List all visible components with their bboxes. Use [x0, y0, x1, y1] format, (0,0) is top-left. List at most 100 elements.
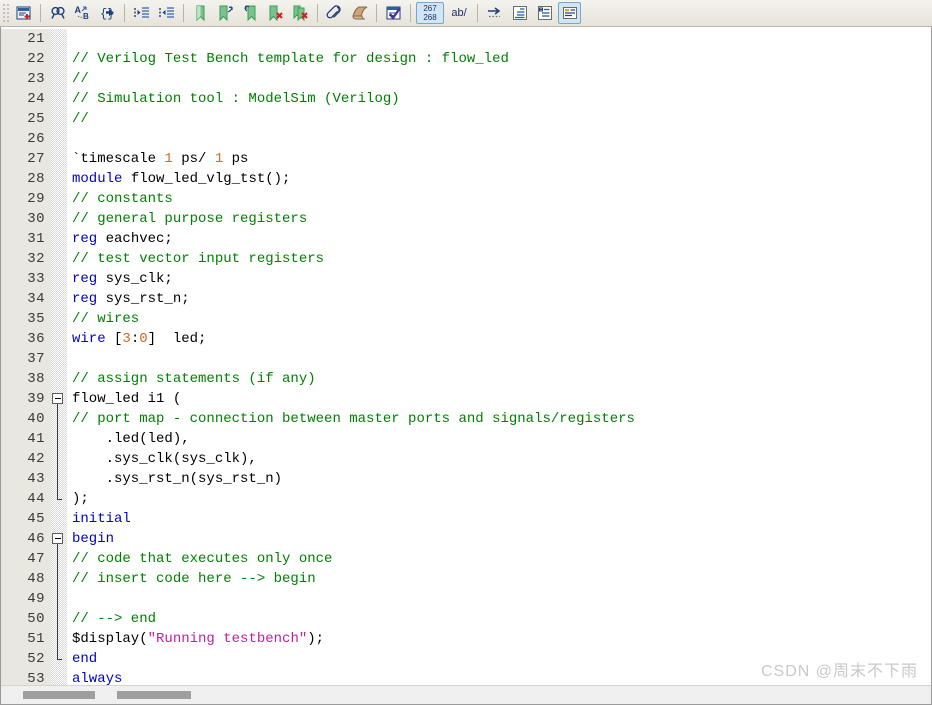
code-line-text[interactable]: reg sys_rst_n; [67, 289, 931, 309]
code-line[interactable]: 49 [1, 589, 931, 609]
code-line-text[interactable]: // test vector input registers [67, 249, 931, 269]
code-line[interactable]: 23 // [1, 69, 931, 89]
fold-margin-cell[interactable] [51, 29, 67, 49]
code-line[interactable]: 48 // insert code here --> begin [1, 569, 931, 589]
fold-margin-cell[interactable] [51, 289, 67, 309]
code-line[interactable]: 37 [1, 349, 931, 369]
code-line[interactable]: 30 // general purpose registers [1, 209, 931, 229]
code-line[interactable]: 40 // port map - connection between maste… [1, 409, 931, 429]
fold-margin-cell[interactable] [51, 189, 67, 209]
fold-margin-cell[interactable] [51, 349, 67, 369]
code-line[interactable]: 33 reg sys_clk; [1, 269, 931, 289]
code-line-text[interactable]: .sys_clk(sys_clk), [67, 449, 931, 469]
code-line[interactable]: 41 .led(led), [1, 429, 931, 449]
fold-margin-cell[interactable] [51, 589, 67, 609]
code-line-text[interactable]: // [67, 69, 931, 89]
code-line-text[interactable]: .led(led), [67, 429, 931, 449]
code-line[interactable]: 27 `timescale 1 ps/ 1 ps [1, 149, 931, 169]
scrollbar-thumb[interactable] [23, 691, 95, 699]
code-line-text[interactable]: flow_led i1 ( [67, 389, 931, 409]
toggle-word-wrap-icon[interactable]: ab/ [446, 2, 472, 24]
code-line[interactable]: 50 // --> end [1, 609, 931, 629]
fold-margin-cell[interactable] [51, 509, 67, 529]
fold-margin-cell[interactable] [51, 49, 67, 69]
code-line[interactable]: 21 [1, 29, 931, 49]
code-line[interactable]: 38 // assign statements (if any) [1, 369, 931, 389]
code-line-text[interactable] [67, 129, 931, 149]
code-line-text[interactable]: // --> end [67, 609, 931, 629]
toggle-code-folding-icon[interactable] [558, 2, 581, 24]
decrease-indent-icon[interactable] [155, 2, 178, 24]
code-line[interactable]: 46 begin [1, 529, 931, 549]
code-line[interactable]: 35 // wires [1, 309, 931, 329]
code-line[interactable]: 29 // constants [1, 189, 931, 209]
fold-collapse-icon[interactable] [52, 533, 63, 544]
find-icon[interactable] [46, 2, 69, 24]
code-line-text[interactable]: ); [67, 489, 931, 509]
code-line-text[interactable]: begin [67, 529, 931, 549]
fold-margin-cell[interactable] [51, 229, 67, 249]
code-line[interactable]: 47 // code that executes only once [1, 549, 931, 569]
code-line[interactable]: 42 .sys_clk(sys_clk), [1, 449, 931, 469]
fold-margin-cell[interactable] [51, 669, 67, 685]
code-line[interactable]: 51 $display("Running testbench"); [1, 629, 931, 649]
fold-margin-cell[interactable] [51, 369, 67, 389]
fold-margin-cell[interactable] [51, 389, 67, 409]
code-line-text[interactable]: .sys_rst_n(sys_rst_n) [67, 469, 931, 489]
fold-margin-cell[interactable] [51, 629, 67, 649]
scrollbar-track-segment[interactable] [117, 691, 191, 699]
code-line[interactable]: 22 // Verilog Test Bench template for des… [1, 49, 931, 69]
insert-template-icon[interactable] [12, 2, 35, 24]
fold-margin-cell[interactable] [51, 569, 67, 589]
fold-margin-cell[interactable] [51, 109, 67, 129]
code-line-text[interactable]: // general purpose registers [67, 209, 931, 229]
code-line[interactable]: 28 module flow_led_vlg_tst(); [1, 169, 931, 189]
fold-margin-cell[interactable] [51, 549, 67, 569]
code-line[interactable]: 32 // test vector input registers [1, 249, 931, 269]
code-line-text[interactable]: // Verilog Test Bench template for desig… [67, 49, 931, 69]
fold-margin-cell[interactable] [51, 249, 67, 269]
code-line-text[interactable]: wire [3:0] led; [67, 329, 931, 349]
fold-margin-cell[interactable] [51, 469, 67, 489]
fold-margin-cell[interactable] [51, 409, 67, 429]
code-line-text[interactable] [67, 29, 931, 49]
code-line-text[interactable]: reg sys_clk; [67, 269, 931, 289]
toolbar-drag-handle[interactable] [2, 3, 9, 23]
fold-margin-cell[interactable] [51, 209, 67, 229]
check-syntax-icon[interactable] [382, 2, 405, 24]
horizontal-scrollbar[interactable] [1, 685, 931, 704]
code-line-text[interactable] [67, 349, 931, 369]
fold-margin-cell[interactable] [51, 449, 67, 469]
insert-bookmark-icon[interactable] [189, 2, 212, 24]
code-line-text[interactable]: module flow_led_vlg_tst(); [67, 169, 931, 189]
fold-margin-cell[interactable] [51, 69, 67, 89]
show-whitespace-icon[interactable] [483, 2, 506, 24]
code-line[interactable]: 43 .sys_rst_n(sys_rst_n) [1, 469, 931, 489]
fold-margin-cell[interactable] [51, 529, 67, 549]
collapse-all-icon[interactable] [508, 2, 531, 24]
code-line[interactable]: 25 // [1, 109, 931, 129]
find-replace-icon[interactable]: AB [71, 2, 94, 24]
previous-bookmark-icon[interactable] [239, 2, 262, 24]
expand-all-icon[interactable] [533, 2, 556, 24]
next-bookmark-icon[interactable] [214, 2, 237, 24]
code-line[interactable]: 36 wire [3:0] led; [1, 329, 931, 349]
code-line-text[interactable]: // wires [67, 309, 931, 329]
code-line-text[interactable]: reg eachvec; [67, 229, 931, 249]
code-line-text[interactable]: // insert code here --> begin [67, 569, 931, 589]
code-line-text[interactable]: // code that executes only once [67, 549, 931, 569]
code-line-text[interactable]: $display("Running testbench"); [67, 629, 931, 649]
code-line-text[interactable]: // port map - connection between master … [67, 409, 931, 429]
code-line[interactable]: 39 flow_led i1 ( [1, 389, 931, 409]
increase-indent-icon[interactable] [130, 2, 153, 24]
fold-margin-cell[interactable] [51, 89, 67, 109]
fold-margin-cell[interactable] [51, 169, 67, 189]
code-line-text[interactable]: // assign statements (if any) [67, 369, 931, 389]
code-line[interactable]: 24 // Simulation tool : ModelSim (Verilog… [1, 89, 931, 109]
code-line-text[interactable] [67, 589, 931, 609]
code-line[interactable]: 34 reg sys_rst_n; [1, 289, 931, 309]
code-line-text[interactable]: // [67, 109, 931, 129]
delete-bookmark-icon[interactable] [264, 2, 287, 24]
fold-margin-cell[interactable] [51, 489, 67, 509]
paperclip-icon[interactable] [323, 2, 346, 24]
